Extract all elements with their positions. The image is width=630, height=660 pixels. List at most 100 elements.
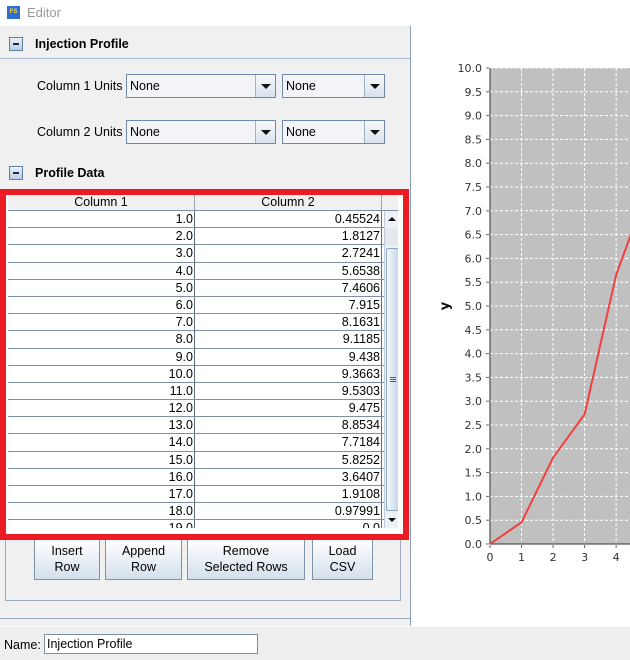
cell-column1[interactable]: 8.0 [8, 331, 195, 348]
table-row[interactable]: 3.0 2.7241 [8, 245, 398, 263]
cell-column1[interactable]: 3.0 [8, 245, 195, 262]
cell-column1[interactable]: 18.0 [8, 503, 195, 520]
column-header[interactable]: Column 1 [8, 195, 195, 210]
table-row[interactable]: 5.0 7.4606 [8, 279, 398, 297]
table-row[interactable]: 2.0 1.8127 [8, 228, 398, 246]
chevron-down-icon[interactable] [255, 121, 275, 143]
cell-column1[interactable]: 6.0 [8, 296, 195, 314]
cell-column2[interactable]: 7.4606 [195, 279, 382, 296]
name-input[interactable] [44, 634, 258, 654]
scroll-up-icon[interactable] [385, 211, 398, 227]
cell-column1[interactable]: 13.0 [8, 417, 195, 434]
column-header[interactable]: Column 2 [195, 195, 382, 210]
scroll-thumb[interactable] [386, 248, 398, 511]
collapse-icon[interactable] [9, 36, 23, 51]
cell-column1[interactable]: 19.0 [8, 520, 195, 528]
cell-column2[interactable]: 0.45524 [195, 211, 382, 228]
cell-column1[interactable]: 10.0 [8, 365, 195, 382]
y-tick-label: 0.5 [465, 514, 483, 527]
cell-column2[interactable]: 3.6407 [195, 468, 382, 485]
editor-left-panel: Injection Profile Column 1 Units None No… [0, 26, 411, 626]
table-row[interactable]: 12.0 9.475 [8, 400, 398, 418]
cell-column1[interactable]: 15.0 [8, 451, 195, 468]
table-row[interactable]: 1.0 0.45524 [8, 211, 398, 229]
cell-column2[interactable]: 0.0 [195, 520, 382, 528]
cell-column1[interactable]: 1.0 [8, 211, 195, 228]
table-row[interactable]: 14.0 7.7184 [8, 434, 398, 452]
cell-column1[interactable]: 16.0 [8, 468, 195, 485]
cell-column1[interactable]: 11.0 [8, 382, 195, 400]
chevron-down-icon[interactable] [364, 75, 384, 97]
cell-column2[interactable]: 9.5303 [195, 382, 382, 400]
cell-column2[interactable]: 1.8127 [195, 228, 382, 245]
y-tick-label: 6.0 [465, 252, 483, 265]
cell-column1[interactable]: 5.0 [8, 279, 195, 296]
cell-column2[interactable]: 9.3663 [195, 365, 382, 382]
window-titlebar: FS Editor [0, 0, 630, 24]
cell-column2[interactable]: 9.438 [195, 348, 382, 365]
cell-column1[interactable]: 17.0 [8, 486, 195, 503]
load-csv-button[interactable]: Load CSV [312, 540, 373, 580]
y-tick-label: 8.0 [465, 157, 483, 170]
cell-column2[interactable]: 7.7184 [195, 434, 382, 451]
cell-column2[interactable]: 1.9108 [195, 486, 382, 503]
collapse-icon[interactable] [9, 166, 23, 180]
cell-column2[interactable]: 8.8534 [195, 417, 382, 434]
table-row[interactable]: 18.0 0.97991 [8, 503, 398, 521]
cell-column1[interactable]: 9.0 [8, 348, 195, 365]
table-row[interactable]: 16.0 3.6407 [8, 468, 398, 486]
chevron-down-icon[interactable] [255, 75, 275, 97]
vertical-scrollbar[interactable] [384, 211, 398, 528]
scroll-down-icon[interactable] [385, 512, 398, 528]
column2-units-dropdown[interactable]: None [126, 120, 276, 144]
y-tick-label: 5.5 [465, 276, 483, 289]
append-row-button[interactable]: Append Row [105, 540, 182, 580]
column1-units-dropdown[interactable]: None [126, 74, 276, 98]
scroll-track[interactable] [385, 228, 398, 246]
x-tick-label: 4 [613, 551, 620, 564]
remove-selected-rows-button[interactable]: Remove Selected Rows [187, 540, 305, 580]
cell-column1[interactable]: 7.0 [8, 314, 195, 331]
y-tick-label: 0.0 [465, 538, 483, 551]
cell-column1[interactable]: 2.0 [8, 228, 195, 245]
column2-units-row: Column 2 Units None None [0, 120, 410, 144]
chevron-down-icon[interactable] [364, 121, 384, 143]
cell-column2[interactable]: 5.8252 [195, 451, 382, 468]
insert-row-button[interactable]: Insert Row [34, 540, 100, 580]
section-title: Profile Data [35, 166, 105, 180]
x-tick-label: 3 [581, 551, 588, 564]
x-tick-label: 0 [487, 551, 494, 564]
name-bar: Name: [0, 627, 630, 660]
table-row[interactable]: 8.0 9.1185 [8, 331, 398, 349]
column2-units-secondary-dropdown[interactable]: None [282, 120, 385, 144]
table-row[interactable]: 7.0 8.1631 [8, 314, 398, 332]
cell-column2[interactable]: 2.7241 [195, 245, 382, 262]
profile-data-table[interactable]: Column 1 Column 2 1.0 0.45524 2.0 1.8127 3.0… [8, 195, 398, 528]
table-row[interactable]: 13.0 8.8534 [8, 417, 398, 435]
cell-column1[interactable]: 4.0 [8, 262, 195, 279]
cell-column2[interactable]: 9.475 [195, 400, 382, 417]
column1-units-secondary-dropdown[interactable]: None [282, 74, 385, 98]
cell-column2[interactable]: 7.915 [195, 296, 382, 314]
x-tick-label: 1 [518, 551, 525, 564]
table-row[interactable]: 10.0 9.3663 [8, 365, 398, 383]
table-row[interactable]: 6.0 7.915 [8, 296, 398, 315]
table-row[interactable]: 15.0 5.8252 [8, 451, 398, 469]
table-row[interactable]: 9.0 9.438 [8, 348, 398, 366]
cell-column2[interactable]: 5.6538 [195, 262, 382, 279]
table-row[interactable]: 17.0 1.9108 [8, 486, 398, 504]
table-row[interactable]: 11.0 9.5303 [8, 382, 398, 401]
table-row[interactable]: 4.0 5.6538 [8, 262, 398, 280]
column2-units-label: Column 2 Units [37, 125, 123, 139]
cell-column1[interactable]: 14.0 [8, 434, 195, 451]
dropdown-value: None [286, 125, 316, 139]
cell-column2[interactable]: 0.97991 [195, 503, 382, 520]
cell-column2[interactable]: 9.1185 [195, 331, 382, 348]
table-row[interactable]: 19.00.0 [8, 520, 398, 528]
y-tick-label: 3.5 [465, 371, 483, 384]
cell-column2[interactable]: 8.1631 [195, 314, 382, 331]
column1-units-label: Column 1 Units [37, 79, 123, 93]
y-tick-label: 10.0 [458, 62, 483, 75]
y-tick-label: 6.5 [465, 229, 483, 242]
cell-column1[interactable]: 12.0 [8, 400, 195, 417]
